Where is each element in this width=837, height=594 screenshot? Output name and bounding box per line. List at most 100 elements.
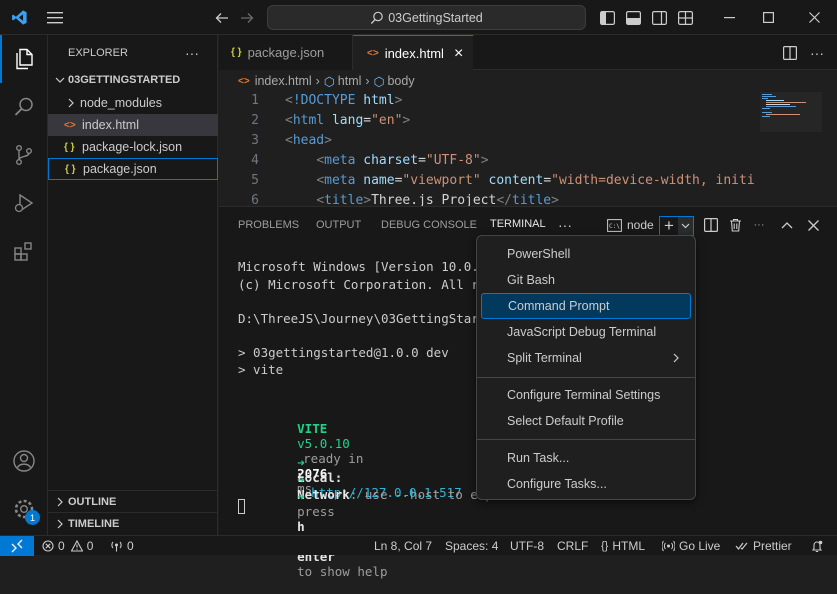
- tree-item-package-lock-json[interactable]: { } package-lock.json: [48, 136, 218, 158]
- chevron-down-icon: [52, 77, 68, 83]
- more-actions-icon[interactable]: ···: [751, 207, 767, 243]
- back-arrow-icon[interactable]: [210, 0, 234, 35]
- cursor-position[interactable]: Ln 8, Col 7: [374, 536, 432, 556]
- menu-item-js-debug-terminal[interactable]: JavaScript Debug Terminal: [481, 319, 691, 345]
- breadcrumb-html[interactable]: html: [338, 74, 362, 88]
- tab-debug-console[interactable]: DEBUG CONSOLE: [381, 207, 477, 243]
- split-editor-icon[interactable]: [780, 35, 800, 70]
- close-panel-icon[interactable]: [805, 207, 821, 243]
- folder-header[interactable]: 03GETTINGSTARTED: [48, 69, 218, 91]
- breadcrumb: <> index.html › ⬡ html › ⬡ body: [219, 70, 837, 92]
- manage-gear-icon[interactable]: [0, 485, 48, 533]
- breadcrumb-body[interactable]: body: [387, 74, 414, 88]
- menu-item-configure-tasks[interactable]: Configure Tasks...: [481, 471, 691, 497]
- accounts-icon[interactable]: [0, 437, 48, 485]
- tree-item-package-json[interactable]: { } package.json: [48, 158, 218, 180]
- terminal-profile-menu: PowerShell Git Bash Command Prompt JavaS…: [476, 235, 696, 500]
- code-text: <html lang="en">: [285, 113, 410, 128]
- tab-package-json[interactable]: { } package.json: [219, 35, 353, 70]
- code-token: lang: [331, 113, 364, 128]
- forward-arrow-icon[interactable]: [235, 0, 259, 35]
- indentation[interactable]: Spaces: 4: [445, 536, 498, 556]
- chevron-right-icon: [62, 98, 80, 108]
- menu-item-select-default-profile[interactable]: Select Default Profile: [481, 408, 691, 434]
- minimap-preview: [762, 94, 806, 117]
- tree-item-node-modules[interactable]: node_modules: [48, 92, 218, 114]
- code-token: charset: [363, 153, 419, 168]
- prettier-status[interactable]: Prettier: [735, 536, 792, 556]
- local-url-line: ➜ Local: http://127.0.0.1:517: [252, 440, 462, 500]
- code-line[interactable]: 1 <!DOCTYPE html>: [219, 93, 754, 112]
- code-line[interactable]: 4 <meta charset="UTF-8">: [219, 153, 754, 172]
- tree-item-index-html[interactable]: <> index.html: [48, 114, 218, 136]
- html-file-icon: <>: [238, 75, 250, 87]
- minimap[interactable]: [754, 92, 837, 206]
- code-token: "en": [371, 113, 403, 128]
- menu-item-split-terminal[interactable]: Split Terminal: [481, 345, 691, 371]
- menu-item-configure-terminal-settings[interactable]: Configure Terminal Settings: [481, 382, 691, 408]
- code-token: "UTF-8": [425, 153, 481, 168]
- code-editor[interactable]: 1 <!DOCTYPE html> 2 <html lang="en"> 3 <head>…: [219, 92, 754, 206]
- menu-item-command-prompt[interactable]: Command Prompt: [481, 293, 691, 319]
- timeline-section[interactable]: TIMELINE: [48, 512, 218, 534]
- chevron-right-icon: ›: [365, 74, 370, 88]
- tab-close-icon[interactable]: ×: [454, 45, 463, 63]
- maximize-icon[interactable]: [745, 0, 791, 35]
- problems-status[interactable]: 0 0: [42, 536, 93, 556]
- command-center-text: 03GettingStarted: [388, 10, 483, 25]
- terminal-name: node: [627, 218, 654, 232]
- language-mode[interactable]: {} HTML: [601, 536, 645, 556]
- toggle-secondary-sidebar-icon[interactable]: [648, 0, 670, 35]
- menu-icon[interactable]: [42, 0, 68, 35]
- code-token: >: [551, 193, 559, 206]
- tab-output[interactable]: OUTPUT: [316, 207, 361, 243]
- menu-item-powershell[interactable]: PowerShell: [481, 241, 691, 267]
- notifications-bell-icon[interactable]: [811, 536, 823, 556]
- editor-more-icon[interactable]: ···: [807, 35, 827, 70]
- trash-icon[interactable]: [727, 207, 743, 243]
- code-line[interactable]: 5 <meta name="viewport" content="width=d…: [219, 173, 754, 192]
- toggle-panel-icon[interactable]: [622, 0, 644, 35]
- end-of-line[interactable]: CRLF: [557, 536, 588, 556]
- close-icon[interactable]: [791, 0, 837, 35]
- remote-indicator-icon[interactable]: [0, 536, 34, 556]
- encoding[interactable]: UTF-8: [510, 536, 544, 556]
- new-terminal-button[interactable]: +: [659, 216, 694, 236]
- ports-status[interactable]: 0: [110, 536, 134, 556]
- code-token: =: [418, 153, 426, 168]
- search-icon[interactable]: [0, 83, 48, 131]
- code-token: <: [285, 93, 293, 108]
- explorer-more-icon[interactable]: ···: [185, 41, 199, 65]
- breadcrumb-file[interactable]: index.html: [255, 74, 312, 88]
- split-terminal-icon[interactable]: [703, 207, 719, 243]
- menu-item-run-task[interactable]: Run Task...: [481, 445, 691, 471]
- code-line[interactable]: 3 <head>: [219, 133, 754, 152]
- timeline-label: TIMELINE: [68, 517, 120, 530]
- code-token: title: [324, 193, 364, 206]
- source-control-icon[interactable]: [0, 131, 48, 179]
- help-pre: press: [297, 504, 335, 519]
- code-line[interactable]: 6 <title>Three.js Project</title>: [219, 193, 754, 206]
- code-token: >: [480, 153, 489, 168]
- code-token: html: [292, 113, 325, 128]
- toggle-sidebar-icon[interactable]: [596, 0, 618, 35]
- tab-index-html[interactable]: <> index.html ×: [353, 35, 473, 71]
- tab-problems[interactable]: PROBLEMS: [238, 207, 299, 243]
- chevron-down-icon[interactable]: [678, 217, 693, 235]
- outline-section[interactable]: OUTLINE: [48, 490, 218, 512]
- explorer-icon[interactable]: [0, 35, 48, 83]
- maximize-panel-icon[interactable]: [779, 207, 795, 243]
- customize-layout-icon[interactable]: [674, 0, 696, 35]
- code-token: =: [543, 173, 552, 188]
- run-debug-icon[interactable]: [0, 179, 48, 227]
- tab-label: package.json: [247, 45, 325, 60]
- menu-item-git-bash[interactable]: Git Bash: [481, 267, 691, 293]
- code-line[interactable]: 2 <html lang="en">: [219, 113, 754, 132]
- terminal-line: > 03gettingstarted@1.0.0 dev: [238, 345, 449, 360]
- command-center-search[interactable]: 03GettingStarted: [267, 5, 586, 30]
- code-token: Three.js Project: [371, 193, 497, 206]
- tree-item-label: package.json: [83, 162, 157, 176]
- go-live-button[interactable]: Go Live: [662, 536, 720, 556]
- extensions-icon[interactable]: [0, 227, 48, 275]
